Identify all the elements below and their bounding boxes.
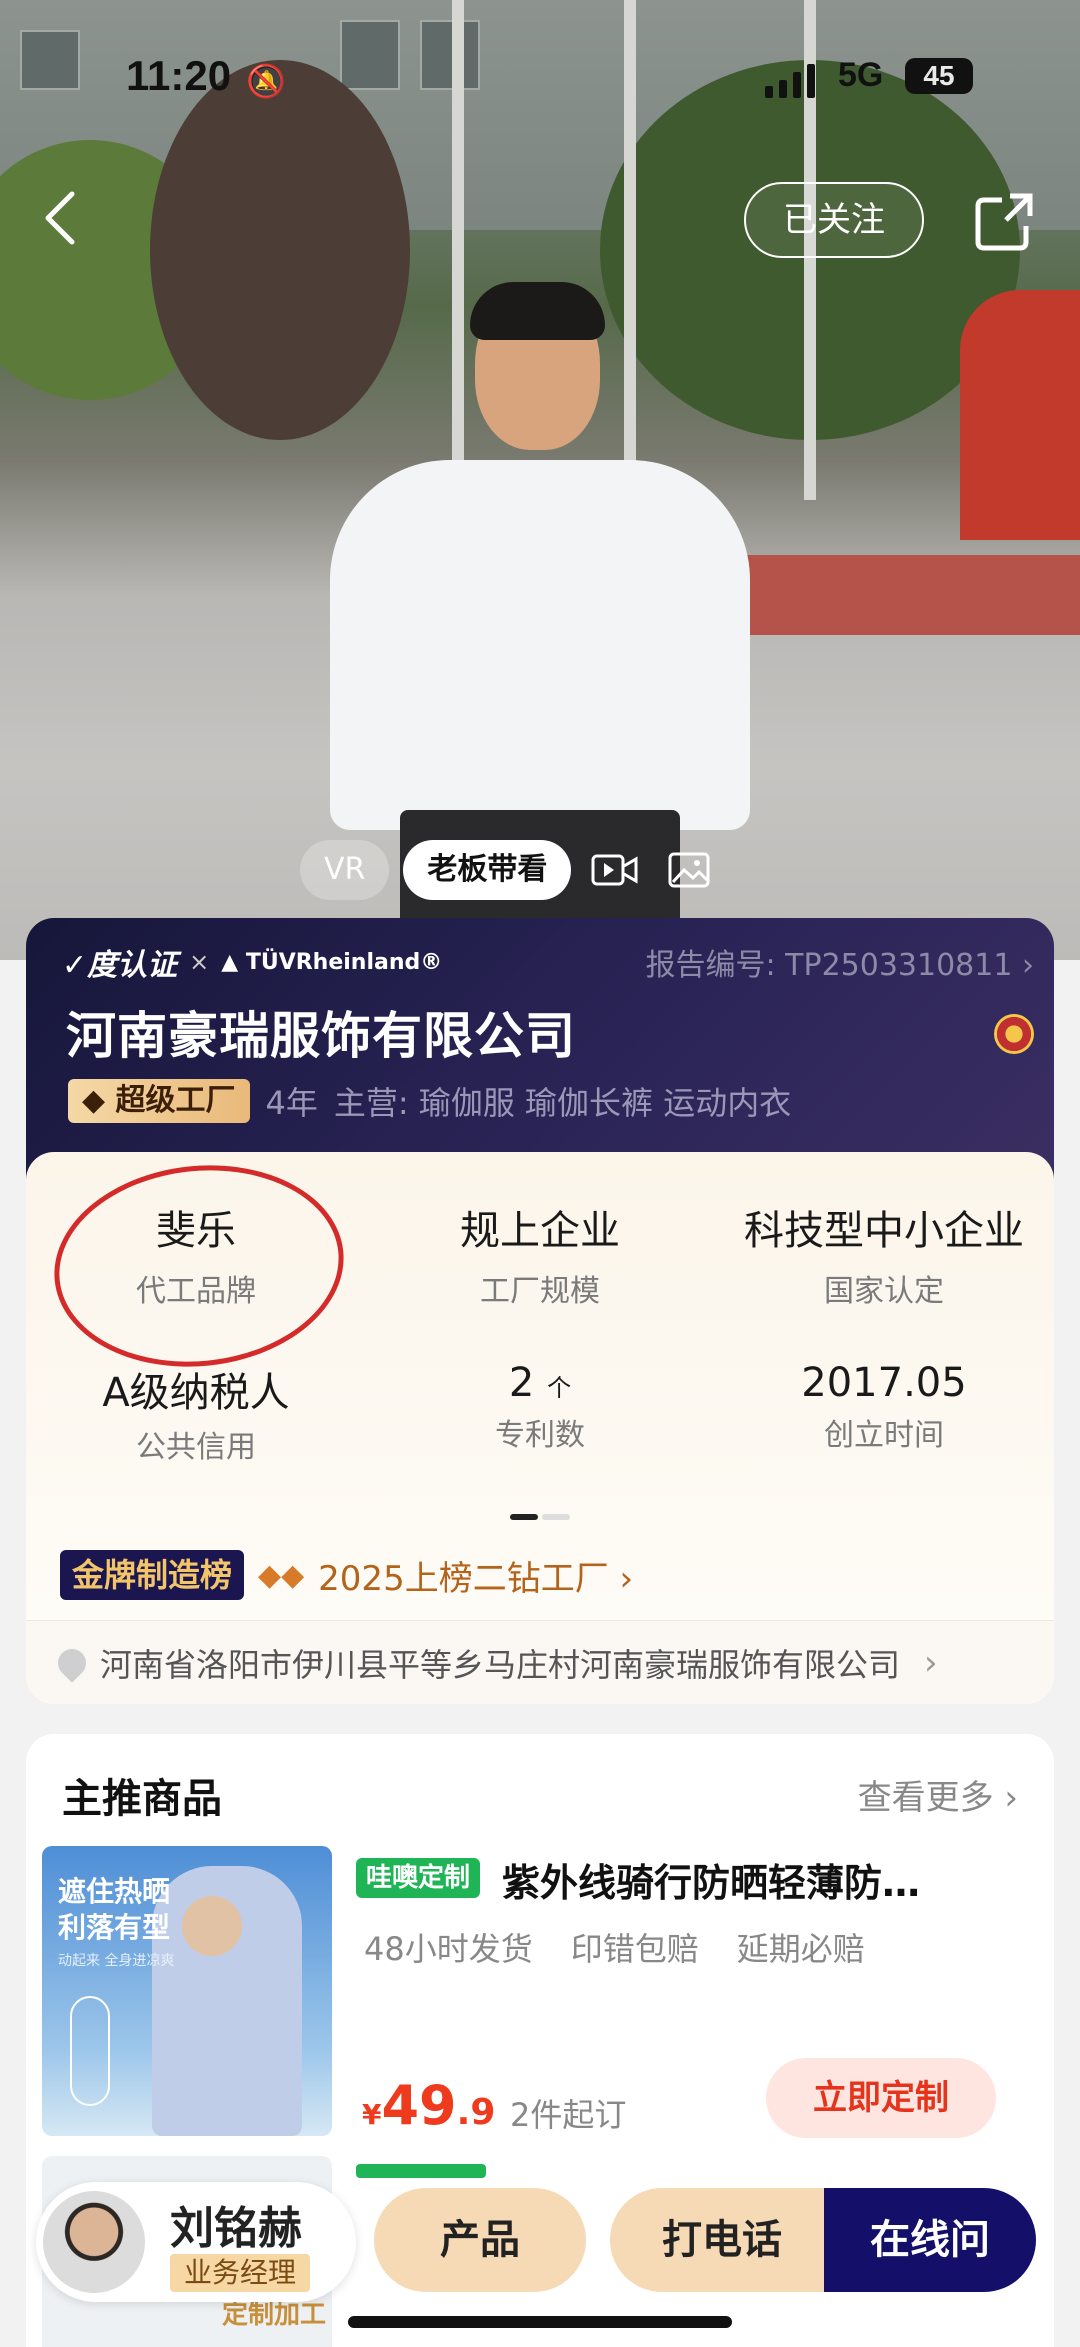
company-stats-card: 斐乐 代工品牌 规上企业 工厂规模 科技型中小企业 国家认定 A级纳税人 公共信用 2 …	[26, 1151, 1054, 1704]
avatar	[40, 2188, 148, 2296]
signal-icon	[765, 62, 815, 98]
location-pin-icon	[52, 1642, 92, 1683]
bell-muted-icon: 🔕	[246, 62, 286, 100]
stat-national-cert: 科技型中小企业 国家认定	[744, 1208, 1024, 1309]
online-chat-button[interactable]: 在线问	[824, 2188, 1036, 2292]
product-title[interactable]: 紫外线骑行防晒轻薄防…	[502, 1852, 920, 1907]
call-button[interactable]: 打电话	[610, 2188, 834, 2292]
red-steps	[730, 555, 1080, 635]
custom-tag: 哇噢定制	[356, 1858, 481, 1898]
page-indicator	[510, 1514, 570, 1520]
ranking-text: 2025上榜二钻工厂 ›	[318, 1558, 634, 1599]
cert-x: ×	[189, 948, 210, 976]
address-text: 河南省洛阳市伊川县平等乡马庄村河南豪瑞服饰有限公司	[100, 1645, 901, 1684]
stat-founded: 2017.05 创立时间	[801, 1360, 967, 1453]
battery-icon: 45	[905, 58, 973, 94]
back-icon[interactable]	[40, 188, 92, 248]
certification-row: ✓度认证 × ▲ TÜVRheinland®	[62, 940, 442, 984]
stat-factory-scale: 规上企业 工厂规模	[460, 1208, 620, 1309]
image-icon[interactable]	[659, 840, 719, 900]
gold-ranking-row[interactable]: 金牌制造榜 ◆◆ 2025上榜二钻工厂 ›	[60, 1550, 633, 1600]
media-tabs: VR 老板带看	[300, 840, 719, 900]
follow-button[interactable]: 已关注	[744, 182, 924, 258]
company-header-card: ✓度认证 × ▲ TÜVRheinland® 报告编号: TP250331081…	[26, 918, 1054, 1188]
share-icon[interactable]	[970, 186, 1040, 256]
police-badge-icon	[994, 1014, 1034, 1054]
product-features: 48小时发货 印错包赔 延期必赔	[364, 1930, 865, 1968]
product-price: ¥49.9	[362, 2074, 496, 2137]
network-type: 5G	[838, 56, 884, 94]
diamond-icon: ◆◆	[258, 1557, 305, 1593]
super-factory-badge: ◆ 超级工厂	[68, 1079, 250, 1123]
home-indicator[interactable]	[348, 2316, 732, 2328]
gold-ranking-badge: 金牌制造榜	[60, 1550, 245, 1600]
minimum-order: 2件起订	[510, 2096, 627, 2134]
company-years: 4年	[265, 1084, 318, 1122]
report-number-link[interactable]: 报告编号: TP2503310811 ›	[646, 940, 1034, 984]
company-name: 河南豪瑞服饰有限公司	[66, 1007, 576, 1065]
status-bar: 11:20 🔕 5G 45	[0, 52, 1080, 112]
address-row[interactable]: 河南省洛阳市伊川县平等乡马庄村河南豪瑞服饰有限公司 ›	[26, 1620, 1054, 1704]
products-button[interactable]: 产品	[374, 2188, 586, 2292]
status-time: 11:20	[126, 52, 232, 99]
chevron-right-icon: ›	[924, 1642, 938, 1683]
customize-now-button[interactable]: 立即定制	[766, 2058, 996, 2138]
stat-patents: 2 个专利数	[495, 1360, 585, 1453]
rep-name: 刘铭赫	[170, 2203, 302, 2254]
view-more-link[interactable]: 查看更多 ›	[858, 1770, 1018, 1819]
sales-rep-card[interactable]: 刘铭赫 业务经理	[36, 2182, 356, 2302]
main-business: 主营: 瑜伽服 瑜伽长裤 运动内衣	[333, 1084, 792, 1122]
company-tagline: ◆ 超级工厂 4年 主营: 瑜伽服 瑜伽长裤 运动内衣	[68, 1078, 791, 1124]
stat-oem-brand: 斐乐 代工品牌	[136, 1208, 256, 1309]
tuv-logo: ▲ TÜVRheinland®	[221, 949, 443, 975]
tab-boss-tour[interactable]: 老板带看	[403, 840, 572, 900]
factory-video-hero[interactable]	[0, 0, 1080, 960]
tab-vr[interactable]: VR	[300, 840, 390, 900]
product-image[interactable]: 遮住热晒 利落有型 动起来 全身进凉爽	[42, 1846, 332, 2136]
baidu-cert-logo: ✓度认证	[62, 948, 178, 983]
red-sculpture	[960, 290, 1080, 540]
stat-tax-credit: A级纳税人 公共信用	[102, 1370, 290, 1465]
section-title: 主推商品	[62, 1776, 222, 1822]
video-icon[interactable]	[585, 840, 645, 900]
factory-detail-page: 11:20 🔕 5G 45 已关注 VR 老板带看 ✓度认证 × ▲ TÜVRh…	[0, 0, 1080, 2347]
rep-role: 业务经理	[170, 2254, 311, 2292]
